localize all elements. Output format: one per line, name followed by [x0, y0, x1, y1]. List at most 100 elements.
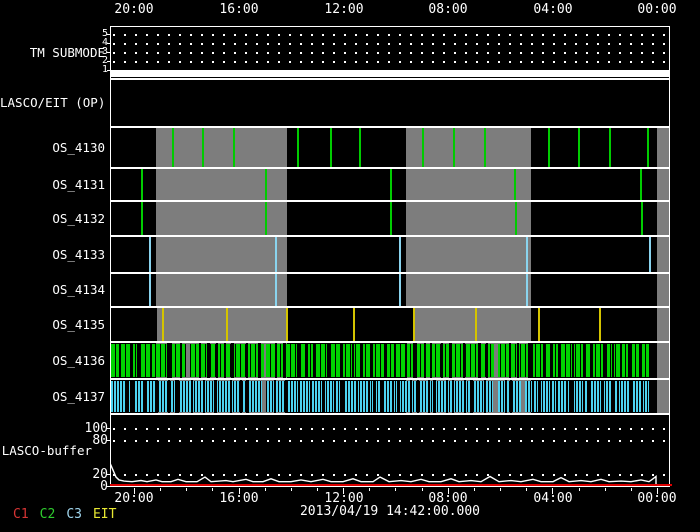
activity-gap	[543, 343, 545, 378]
panel-os_4133	[110, 236, 670, 273]
event-line-green	[484, 128, 486, 167]
activity-gap	[583, 380, 585, 413]
activity-gap	[207, 343, 210, 378]
bottom-axis-tick	[552, 488, 553, 494]
activity-gap	[240, 380, 242, 413]
activity-gap	[452, 380, 454, 413]
panel-os_4136	[110, 342, 670, 379]
buffer-ytick-label: 80	[92, 432, 108, 448]
bottom-axis-tick	[500, 488, 501, 491]
activity-gap	[588, 380, 590, 413]
activity-gap	[262, 380, 266, 413]
legend-item-c3: C3	[66, 507, 82, 522]
activity-gap	[521, 380, 525, 413]
event-line-green	[265, 169, 267, 200]
occultation-gray-block	[406, 169, 531, 200]
activity-gap	[191, 380, 193, 413]
top-axis-tick-label: 04:00	[533, 2, 573, 17]
activity-gap	[334, 380, 336, 413]
activity-gap	[510, 380, 512, 413]
activity-gap	[283, 343, 286, 378]
bottom-axis-tick	[474, 488, 475, 491]
buffer-ytick	[106, 474, 110, 476]
occultation-gray-block	[413, 308, 531, 341]
activity-gap	[470, 380, 473, 413]
activity-gap	[478, 343, 481, 378]
occultation-gray-block	[657, 343, 669, 378]
activity-gap	[509, 343, 511, 378]
bottom-axis-tick	[631, 488, 632, 491]
bottom-axis-tick	[422, 488, 423, 491]
bottom-axis-tick	[265, 488, 266, 491]
bottom-axis-tick	[526, 488, 527, 491]
event-line-yellow	[538, 308, 540, 341]
event-line-green	[202, 128, 204, 167]
activity-gap	[274, 380, 276, 413]
activity-gap	[612, 343, 614, 378]
activity-gap	[392, 380, 394, 413]
activity-gap	[628, 343, 632, 378]
submode-ytick	[107, 43, 110, 44]
activity-gap	[486, 343, 488, 378]
occultation-gray-block	[657, 308, 669, 341]
bottom-axis-tick	[291, 488, 292, 491]
event-line-green	[359, 128, 361, 167]
occultation-gray-block	[406, 202, 531, 235]
activity-gap	[186, 343, 190, 378]
occultation-gray-block	[156, 128, 287, 167]
event-line-yellow	[413, 308, 415, 341]
occultation-gray-block	[156, 169, 287, 200]
activity-gap	[131, 343, 133, 378]
event-line-green	[515, 202, 517, 235]
activity-gap	[532, 380, 534, 413]
occultation-gray-block	[657, 274, 669, 306]
activity-gap	[538, 380, 541, 413]
activity-gap	[566, 380, 568, 413]
bottom-axis-tick	[448, 488, 449, 494]
event-line-green	[647, 128, 649, 167]
occultation-gray-block	[406, 128, 531, 167]
activity-gap	[264, 343, 266, 378]
buffer-ytick-label: 0	[100, 479, 108, 494]
activity-gap	[639, 343, 642, 378]
submode-ytick	[107, 52, 110, 53]
event-line-green	[641, 202, 643, 235]
event-line-green	[390, 202, 392, 235]
activity-gap	[410, 380, 412, 413]
activity-gap	[641, 380, 643, 413]
occultation-gray-block	[156, 202, 287, 235]
activity-gap	[405, 343, 407, 378]
activity-gap	[144, 380, 146, 413]
submode-gridline	[113, 43, 667, 45]
activity-gap	[310, 380, 312, 413]
bottom-axis-tick	[579, 488, 580, 491]
event-line-green	[390, 169, 392, 200]
activity-gap	[570, 380, 574, 413]
legend: C1 C2 C3 EIT	[13, 507, 116, 522]
event-line-cyan	[399, 237, 401, 272]
activity-gap	[224, 343, 226, 378]
activity-gap	[424, 343, 426, 378]
activity-gap	[583, 343, 586, 378]
bottom-axis-tick	[160, 488, 161, 491]
bottom-axis-tick	[186, 488, 187, 491]
activity-gap	[620, 343, 622, 378]
row-label-os_4136: OS_4136	[52, 352, 105, 368]
activity-gap	[505, 380, 507, 413]
occultation-gray-block	[406, 237, 531, 272]
event-line-yellow	[226, 308, 228, 341]
activity-gap	[371, 343, 373, 378]
activity-gap	[137, 343, 141, 378]
event-line-cyan	[526, 274, 528, 306]
activity-gap	[306, 343, 308, 378]
event-line-green	[514, 169, 516, 200]
submode-gridline	[113, 61, 667, 63]
activity-gap	[203, 380, 205, 413]
occultation-gray-block	[156, 274, 287, 306]
legend-item-c1: C1	[13, 507, 29, 522]
activity-gap	[214, 380, 217, 413]
event-line-yellow	[353, 308, 355, 341]
row-label-lasco_eit_op: LASCO/EIT (OP)	[0, 95, 106, 110]
event-line-yellow	[286, 308, 288, 341]
bottom-axis-tick	[395, 488, 396, 491]
